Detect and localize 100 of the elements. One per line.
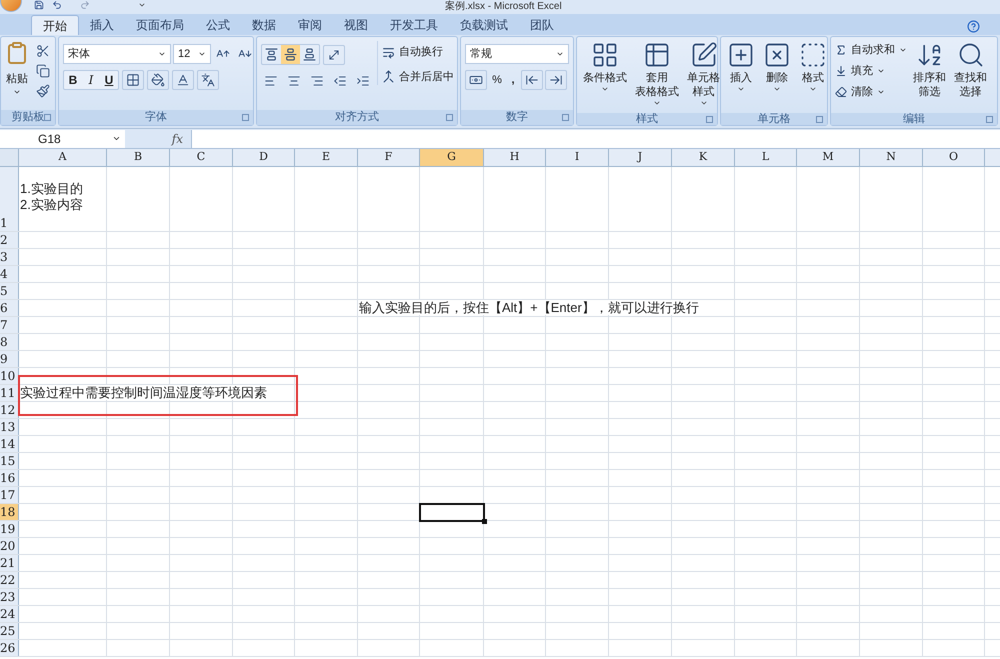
row-header[interactable]: 5 (0, 283, 19, 299)
row-header[interactable]: 11 (0, 385, 19, 401)
wrap-text-button[interactable]: 自动换行 (382, 44, 454, 60)
merge-icon (382, 70, 395, 84)
group-label: 剪贴板 (12, 112, 44, 123)
column-header[interactable]: O (923, 149, 985, 166)
formula-input[interactable] (191, 130, 1000, 148)
ribbon-tab[interactable]: 团队 (519, 15, 565, 35)
ribbon-tab[interactable]: 页面布局 (125, 15, 195, 35)
cell-text: 输入实验目的后，按住【Alt】+【Enter】，就可以进行换行 (359, 300, 699, 315)
paste-button[interactable]: 粘贴 (5, 41, 29, 96)
caret-icon (198, 50, 206, 58)
column-header[interactable]: H (484, 149, 546, 166)
group-label: 编辑 (903, 114, 925, 124)
fill-button[interactable]: 填充 (835, 62, 907, 80)
row-header[interactable]: 23 (0, 589, 19, 605)
fill-handle[interactable] (482, 519, 487, 524)
bold-button[interactable]: B (64, 71, 82, 89)
row-header[interactable]: 15 (0, 453, 19, 469)
row-header[interactable]: 7 (0, 317, 19, 333)
row-header[interactable]: 14 (0, 436, 19, 452)
row-header[interactable]: 4 (0, 266, 19, 282)
name-box[interactable]: G18 (0, 130, 125, 148)
font-size-field[interactable]: 12 (173, 44, 211, 64)
column-header[interactable]: M (797, 149, 860, 166)
number-format-field[interactable]: 常规 (465, 44, 569, 64)
wrap-text-icon (382, 46, 395, 59)
cell-style-button[interactable]: 单元格 样式 (685, 41, 722, 113)
ribbon-tab[interactable]: 开发工具 (379, 15, 449, 35)
row-header[interactable]: 12 (0, 402, 19, 418)
ribbon-tab[interactable]: 公式 (195, 15, 241, 35)
phonetic-icon[interactable] (197, 70, 219, 90)
group-label: 对齐方式 (335, 112, 379, 123)
currency-icon[interactable] (465, 70, 487, 90)
row-header[interactable]: 21 (0, 555, 19, 571)
insert-button[interactable]: 插入 (725, 41, 757, 113)
column-header[interactable]: G (420, 149, 484, 166)
row-header[interactable]: 9 (0, 351, 19, 367)
row-header[interactable]: 8 (0, 334, 19, 350)
row-header[interactable]: 1 (0, 167, 19, 231)
row-header[interactable]: 2 (0, 232, 19, 248)
find-select-button[interactable]: 查找和 选择 (952, 41, 989, 113)
ribbon-tab[interactable]: 视图 (333, 15, 379, 35)
ribbon-tab[interactable]: 负载测试 (449, 15, 519, 35)
caret-icon (737, 85, 745, 93)
row-header[interactable]: 20 (0, 538, 19, 554)
selected-cell[interactable] (419, 503, 485, 522)
row-header[interactable]: 10 (0, 368, 19, 384)
caret-icon (112, 134, 121, 143)
sort-filter-button[interactable]: 排序和 筛选 (911, 41, 948, 113)
ribbon-tab[interactable]: 审阅 (287, 15, 333, 35)
column-header[interactable]: J (609, 149, 672, 166)
comma-button[interactable]: , (507, 70, 519, 90)
cell-text: 实验过程中需要控制时间温湿度等环境因素 (20, 385, 267, 400)
column-header[interactable]: L (735, 149, 797, 166)
row-header[interactable]: 22 (0, 572, 19, 588)
column-header[interactable]: N (860, 149, 923, 166)
font-name-field[interactable]: 宋体 (63, 44, 171, 64)
merge-center-button[interactable]: 合并后居中 (382, 68, 454, 85)
fill-icon (835, 65, 847, 77)
font-color-icon[interactable] (172, 70, 194, 90)
ribbon-tab[interactable]: 数据 (241, 15, 287, 35)
ribbon-tab[interactable]: 开始 (31, 15, 79, 35)
table-format-icon (643, 41, 671, 69)
caret-icon (556, 50, 564, 58)
row-header[interactable]: 19 (0, 521, 19, 537)
column-header[interactable]: K (672, 149, 735, 166)
delete-button[interactable]: 删除 (761, 41, 793, 113)
row-header[interactable]: 17 (0, 487, 19, 503)
autosum-button[interactable]: 自动求和 (835, 41, 907, 59)
clear-button[interactable]: 清除 (835, 83, 907, 101)
middle-align-button[interactable] (281, 45, 300, 64)
column-header[interactable]: I (546, 149, 609, 166)
redo-icon (80, 0, 90, 10)
save-icon (34, 0, 44, 10)
conditional-format-button[interactable]: 条件格式 (581, 41, 629, 113)
column-header[interactable]: E (295, 149, 358, 166)
column-header[interactable]: B (107, 149, 170, 166)
function-button[interactable]: fx (172, 130, 183, 148)
customize-icon (138, 1, 146, 9)
borders-icon[interactable] (122, 70, 144, 90)
table-format-button[interactable]: 套用 表格格式 (633, 41, 681, 113)
row-header[interactable]: 16 (0, 470, 19, 486)
row-header[interactable]: 13 (0, 419, 19, 435)
row-header[interactable]: 3 (0, 249, 19, 265)
underline-button[interactable]: U (100, 71, 118, 89)
italic-button[interactable]: I (82, 71, 100, 89)
row-header[interactable]: 6 (0, 300, 19, 316)
orientation-icon[interactable] (323, 44, 345, 64)
ribbon-tab[interactable]: 插入 (79, 15, 125, 35)
row-header[interactable]: 18 (0, 504, 19, 520)
row-header[interactable]: 25 (0, 623, 19, 639)
row-header[interactable]: 26 (0, 640, 19, 656)
row-header[interactable]: 24 (0, 606, 19, 622)
column-header[interactable]: D (233, 149, 295, 166)
fill-color-icon[interactable] (147, 70, 169, 90)
format-button[interactable]: 格式 (797, 41, 829, 113)
column-header[interactable]: C (170, 149, 233, 166)
column-header[interactable]: A (19, 149, 107, 166)
percent-button[interactable]: % (489, 70, 505, 90)
